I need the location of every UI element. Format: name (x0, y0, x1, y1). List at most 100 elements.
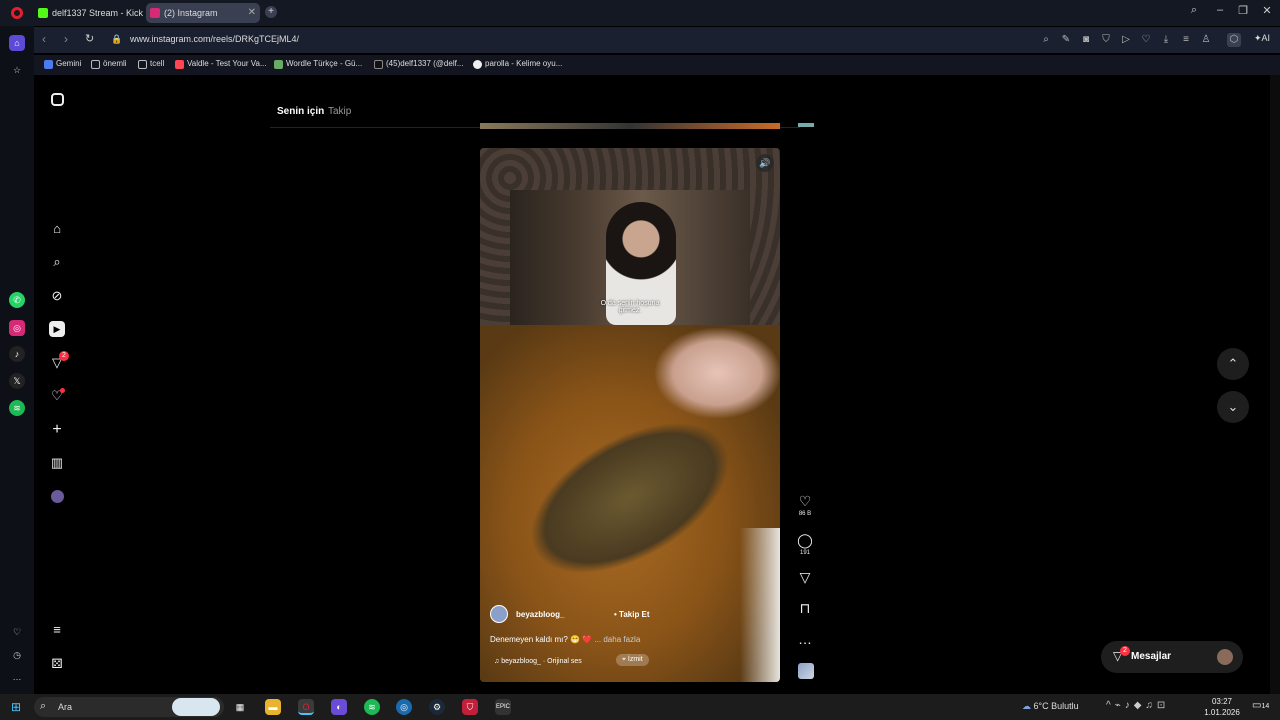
heart-icon[interactable]: ♡ (1139, 33, 1153, 47)
instagram-favicon-icon (150, 8, 160, 18)
weather-widget[interactable]: ☁ 6°C Bulutlu (1022, 701, 1079, 712)
save-button[interactable]: ⊓ (796, 600, 814, 616)
address-bar: ‹ › ↻ 🔒 www.instagram.com/reels/DRKgTCEj… (34, 27, 1280, 53)
more-menu-icon[interactable]: ≡ (49, 622, 65, 638)
explore-icon[interactable]: ⊘ (49, 288, 65, 304)
more-options-button[interactable]: … (796, 631, 814, 647)
more-link[interactable]: ... daha fazla (594, 635, 640, 644)
follow-button[interactable]: • Takip Et (614, 610, 650, 619)
url-field[interactable]: www.instagram.com/reels/DRKgTCEjML4/ (130, 34, 299, 44)
shield-app-icon[interactable]: ⛉ (462, 699, 478, 715)
minimize-button[interactable]: – (1211, 4, 1229, 16)
search-icon[interactable]: ⌕ (1039, 33, 1053, 47)
notifications-button[interactable]: ▭14 (1252, 700, 1269, 711)
extension-icon[interactable]: ⬡ (1227, 33, 1241, 47)
create-icon[interactable]: + (49, 422, 65, 438)
bookmark-parolla[interactable]: parolla - Kelime oyu... (473, 59, 562, 69)
home-icon[interactable]: ⌂ (49, 221, 65, 237)
opera-logo[interactable] (11, 7, 23, 19)
x-icon[interactable]: 𝕏 (9, 373, 25, 389)
menu-icon[interactable]: ≡ (1179, 33, 1193, 47)
messages-button[interactable]: ▽ 2 Mesajlar (1101, 641, 1243, 673)
restore-button[interactable]: ❐ (1234, 4, 1252, 17)
tab-for-you[interactable]: Senin için (277, 106, 324, 117)
profile-avatar[interactable] (51, 490, 64, 503)
author-username[interactable]: beyazbloog_ (516, 610, 564, 619)
app-icon[interactable]: ◎ (396, 699, 412, 715)
tiktok-icon[interactable]: ♪ (9, 346, 25, 362)
opera-gx-icon[interactable]: ◐ (331, 699, 347, 715)
steam-icon[interactable]: ⚙ (429, 699, 445, 715)
share-button[interactable]: ▽ (796, 569, 814, 585)
bookmark-valdle[interactable]: Valdle - Test Your Va... (175, 59, 267, 69)
instagram-icon[interactable]: ◎ (9, 320, 25, 336)
meta-apps-icon[interactable]: ⚄ (49, 656, 65, 672)
heart-icon[interactable]: ♡ (9, 624, 25, 640)
next-reel-button[interactable]: ⌄ (1217, 391, 1249, 423)
windows-start-icon[interactable]: ⊞ (8, 699, 24, 715)
camera-icon[interactable]: ◙ (1079, 33, 1093, 47)
tab-kick[interactable]: delf1337 Stream - Kick Da (34, 3, 144, 23)
profile-icon[interactable]: ♙ (1199, 33, 1213, 47)
spotify-icon[interactable]: ≋ (9, 400, 25, 416)
comment-icon: ◯ (797, 532, 813, 548)
scrollbar[interactable] (1270, 75, 1280, 694)
mute-button[interactable]: 🔊 (756, 154, 774, 172)
tab-following[interactable]: Takip (328, 106, 351, 117)
new-tab-button[interactable]: + (265, 6, 277, 18)
bookmark-label: önemli (103, 59, 127, 68)
spotify-icon[interactable]: ≋ (364, 699, 380, 715)
close-window-button[interactable]: ✕ (1258, 4, 1276, 17)
location-chip[interactable]: ⌖ İzmit (616, 654, 649, 666)
file-explorer-icon[interactable]: ▬ (265, 699, 281, 715)
bookmark-gemini[interactable]: Gemini (44, 59, 82, 69)
epic-games-icon[interactable]: EPIC (495, 699, 511, 715)
home-icon[interactable]: ⌂ (9, 35, 25, 51)
previous-reel-button[interactable]: ⌃ (1217, 348, 1249, 380)
whatsapp-icon[interactable]: ✆ (9, 292, 25, 308)
shield-icon[interactable]: ⛉ (1099, 33, 1113, 47)
history-icon[interactable]: ◷ (9, 647, 25, 663)
star-icon[interactable]: ☆ (9, 62, 25, 78)
ai-button[interactable]: ✦AI (1254, 33, 1270, 44)
location-label: İzmit (627, 656, 643, 663)
notifications-icon[interactable]: ♡ (49, 388, 65, 404)
search-icon[interactable]: ⌕ (49, 254, 65, 270)
download-icon[interactable]: ⤓ (1159, 33, 1173, 47)
like-button[interactable]: ♡ 86 B (796, 493, 814, 517)
author-avatar[interactable] (490, 605, 508, 623)
search-tabs-icon[interactable]: ⌕ (1185, 4, 1203, 17)
avatar (1217, 649, 1233, 665)
tray-icons[interactable]: ^⌁♪◆♫⊡ (1106, 700, 1169, 711)
audio-chip[interactable]: ♫ beyazbloog_ · Orijinal ses (494, 658, 582, 665)
clock-time: 03:27 (1211, 697, 1233, 706)
taskbar: ⊞ ⌕ Ara ▦ ▬ O ◐ ≋ ◎ ⚙ ⛉ EPIC ☁ 6°C Bulut… (0, 694, 1280, 720)
reels-icon[interactable]: ▶ (49, 321, 65, 337)
edit-icon[interactable]: ✎ (1059, 33, 1073, 47)
bookmark-wordle[interactable]: Wordle Türkçe - Gü... (274, 59, 362, 69)
task-view-icon[interactable]: ▦ (232, 699, 248, 715)
dashboard-icon[interactable]: ▥ (49, 455, 65, 471)
forward-button[interactable]: › (64, 32, 68, 46)
tab-instagram[interactable]: (2) Instagram ✕ (146, 3, 260, 23)
bookmark-label: (45)delf1337 (@delf... (386, 59, 464, 68)
tab-title: (2) Instagram (164, 8, 218, 18)
comment-button[interactable]: ◯ 191 (796, 532, 814, 556)
play-icon[interactable]: ▷ (1119, 33, 1133, 47)
instagram-logo-icon[interactable] (51, 93, 64, 106)
clock[interactable]: 03:27 1.01.2026 (1204, 696, 1240, 718)
reload-button[interactable]: ↻ (85, 32, 94, 45)
close-tab-icon[interactable]: ✕ (248, 3, 256, 23)
opera-icon[interactable]: O (298, 699, 314, 715)
bookmark-label: Gemini (56, 59, 82, 68)
messages-icon[interactable]: ▽ 2 (49, 351, 69, 371)
audio-label: beyazbloog_ · Orijinal ses (501, 658, 582, 665)
bookmark-tcell[interactable]: tcell (138, 59, 164, 69)
audio-thumbnail[interactable] (798, 663, 814, 679)
bookmark-onemli[interactable]: önemli (91, 59, 127, 69)
bookmark-tiktok[interactable]: (45)delf1337 (@delf... (374, 59, 464, 69)
taskbar-search[interactable]: ⌕ Ara (34, 697, 224, 717)
reel-video[interactable]: O da senin hoşuna gitmez. 🔊 beyazbloog_ … (480, 148, 780, 682)
back-button[interactable]: ‹ (42, 32, 46, 46)
more-icon[interactable]: … (9, 669, 25, 685)
